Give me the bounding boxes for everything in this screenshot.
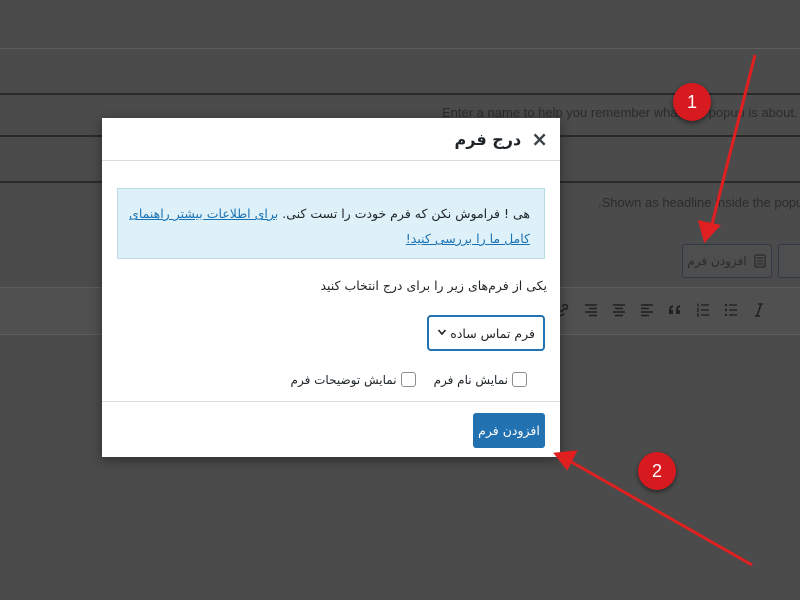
annotation-arrowhead-2 (553, 450, 578, 471)
annotation-badge-1: 1 (673, 83, 711, 121)
annotation-arrowhead-1 (697, 219, 721, 243)
annotation-badge-2: 2 (638, 452, 676, 490)
annotation-arrow-1 (708, 54, 757, 233)
